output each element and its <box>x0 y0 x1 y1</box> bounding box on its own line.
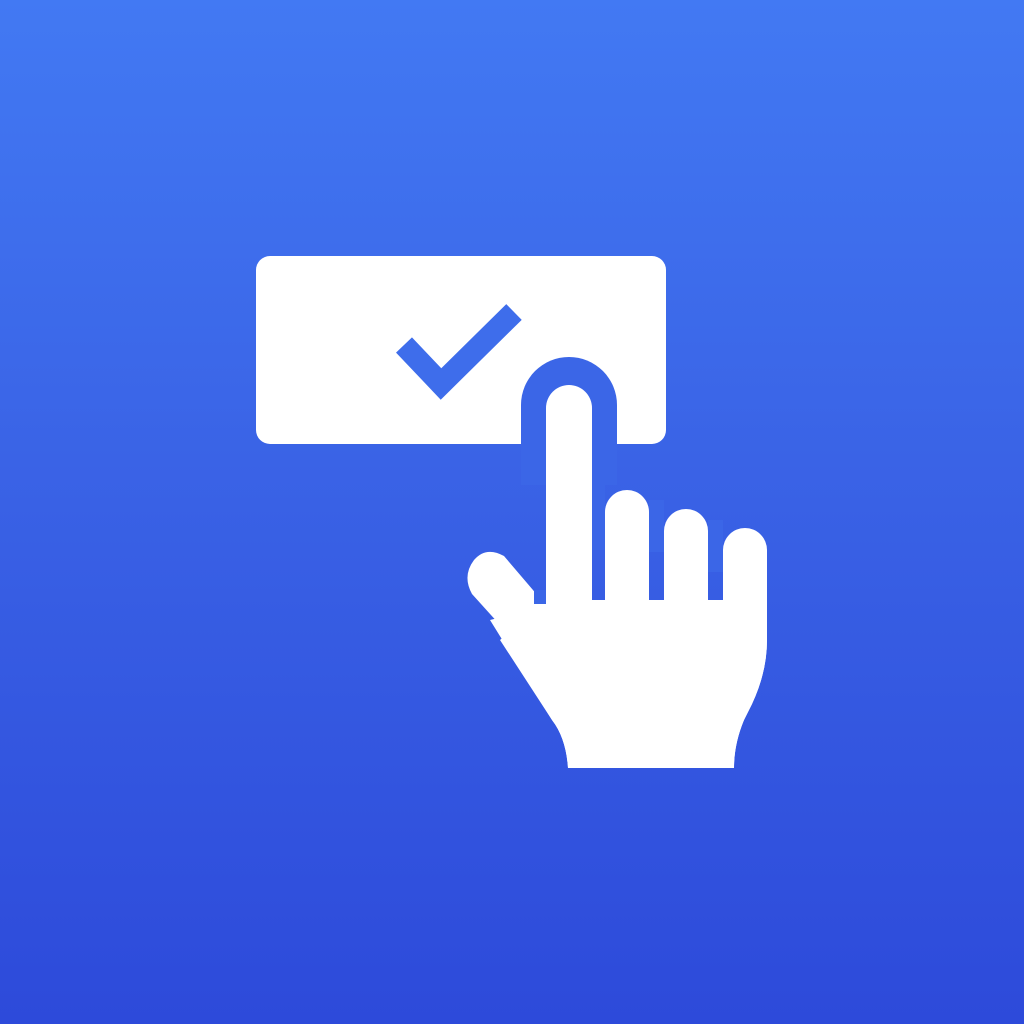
app-icon-canvas <box>0 0 1024 1024</box>
tap-to-confirm-icon <box>256 256 767 768</box>
